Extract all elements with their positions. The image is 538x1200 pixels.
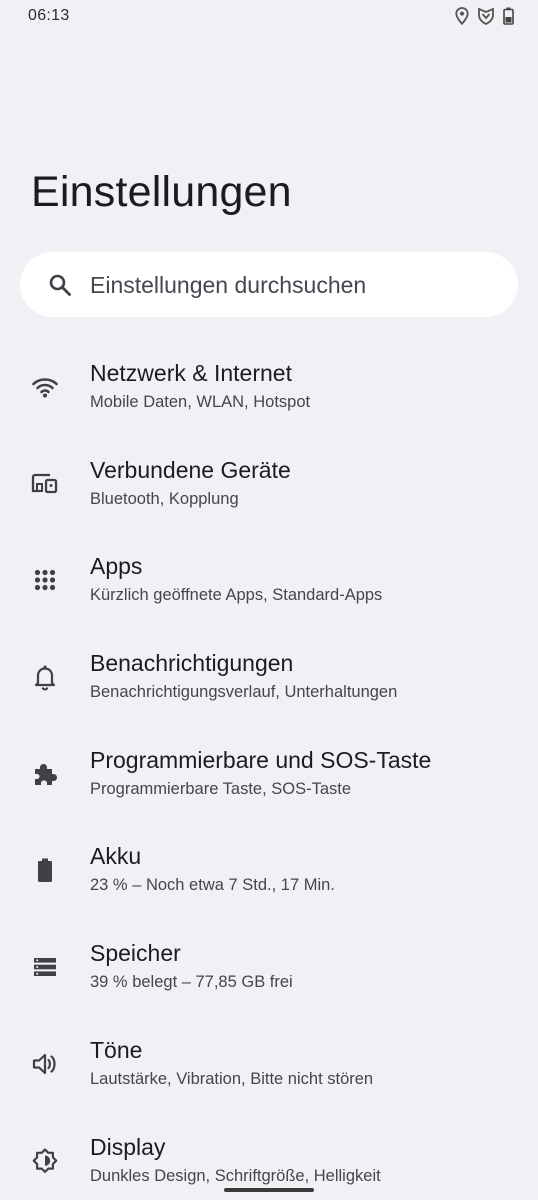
settings-screen: 06:13 Einstellungen Einstellungen durchs… [0, 0, 538, 1200]
settings-list: Netzwerk & Internet Mobile Daten, WLAN, … [0, 345, 538, 1200]
gesture-nav-handle[interactable] [224, 1188, 314, 1192]
settings-item-notifications[interactable]: Benachrichtigungen Benachrichtigungsverl… [0, 635, 538, 732]
brightness-icon [31, 1147, 59, 1175]
page-title: Einstellungen [31, 168, 292, 216]
vpn-shield-icon [477, 7, 495, 25]
item-subtitle: Dunkles Design, Schriftgröße, Helligkeit [90, 1166, 381, 1185]
item-title: Apps [90, 553, 143, 580]
status-icons [455, 7, 514, 25]
battery-icon [503, 7, 514, 25]
item-title: Netzwerk & Internet [90, 360, 292, 386]
search-placeholder[interactable]: Einstellungen durchsuchen [90, 272, 366, 299]
search-bar[interactable]: Einstellungen durchsuchen [20, 252, 518, 317]
item-subtitle: Benachrichtigungsverlauf, Unterhaltungen [90, 683, 398, 702]
settings-item-apps[interactable]: Apps Kürzlich geöffnete Apps, Standard-A… [0, 538, 538, 635]
apps-grid-icon [31, 566, 59, 594]
item-subtitle: Lautstärke, Vibration, Bitte nicht störe… [90, 1069, 374, 1088]
bell-icon [31, 663, 59, 691]
item-title: Verbundene Geräte [90, 456, 291, 483]
settings-item-connected-devices[interactable]: Verbundene Geräte Bluetooth, Kopplung [0, 442, 538, 539]
status-bar: 06:13 [0, 0, 538, 34]
settings-item-programmable-sos-key[interactable]: Programmierbare und SOS-Taste Programmie… [0, 732, 538, 829]
settings-item-network[interactable]: Netzwerk & Internet Mobile Daten, WLAN, … [0, 345, 538, 442]
item-title: Programmierbare und SOS-Taste [90, 746, 432, 773]
item-title: Töne [90, 1036, 143, 1063]
item-subtitle: Programmierbare Taste, SOS-Taste [90, 779, 352, 798]
settings-item-battery[interactable]: Akku 23 % – Noch etwa 7 Std., 17 Min. [0, 828, 538, 925]
storage-icon [31, 953, 59, 981]
connected-devices-icon [31, 470, 59, 498]
item-subtitle: Mobile Daten, WLAN, Hotspot [90, 393, 311, 411]
settings-item-sounds[interactable]: Töne Lautstärke, Vibration, Bitte nicht … [0, 1022, 538, 1119]
item-title: Benachrichtigungen [90, 650, 294, 677]
wifi-icon [31, 373, 59, 401]
item-title: Speicher [90, 940, 181, 967]
status-time: 06:13 [28, 7, 70, 24]
item-title: Akku [90, 843, 142, 870]
settings-item-storage[interactable]: Speicher 39 % belegt – 77,85 GB frei [0, 925, 538, 1022]
puzzle-icon [31, 760, 59, 788]
item-subtitle: 23 % – Noch etwa 7 Std., 17 Min. [90, 876, 335, 895]
item-subtitle: Bluetooth, Kopplung [90, 489, 239, 508]
item-subtitle: 39 % belegt – 77,85 GB frei [90, 973, 293, 992]
location-icon [455, 7, 469, 25]
battery-icon [31, 856, 59, 884]
item-title: Display [90, 1133, 166, 1160]
search-icon [48, 273, 72, 297]
item-subtitle: Kürzlich geöffnete Apps, Standard-Apps [90, 586, 383, 605]
volume-icon [31, 1050, 59, 1078]
